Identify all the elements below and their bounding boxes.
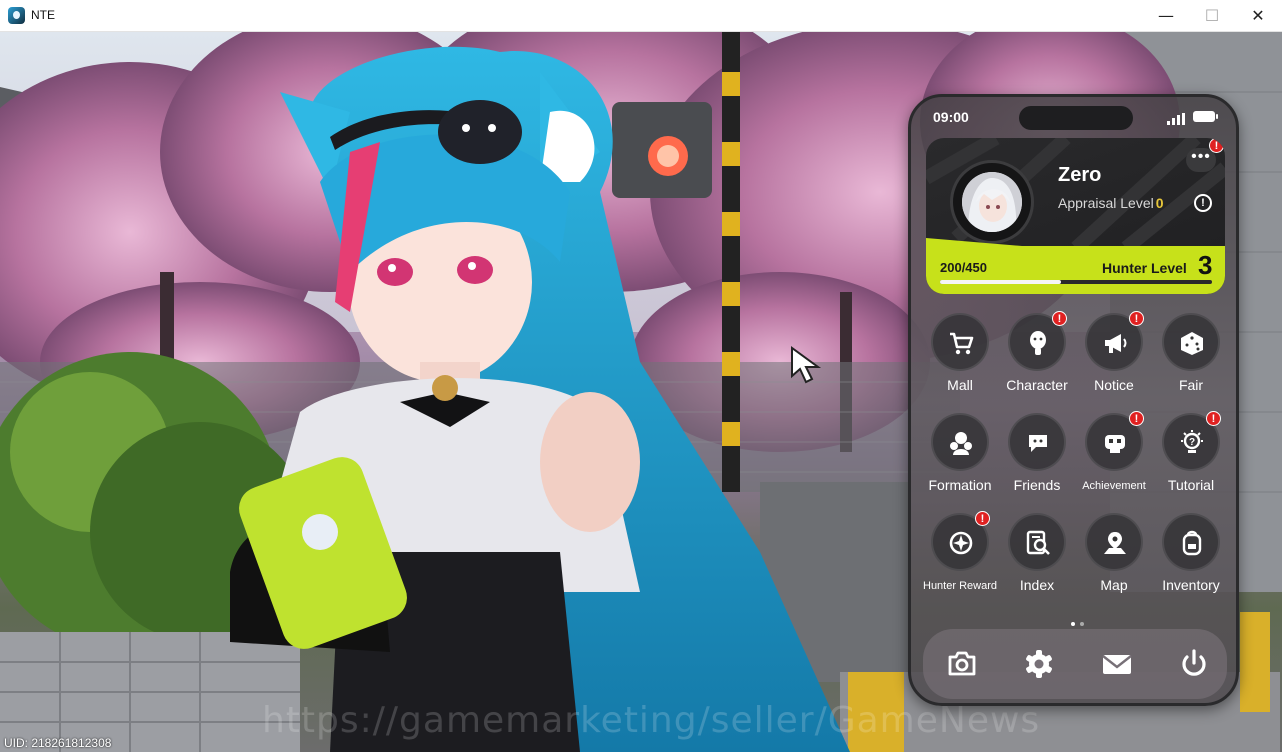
app-inventory-button — [1162, 513, 1220, 571]
more-notification-badge: ! — [1209, 138, 1224, 153]
app-character[interactable]: ! Character — [998, 311, 1076, 403]
window-titlebar: NTE — ☐ ✕ — [0, 0, 1282, 32]
avatar — [962, 172, 1022, 232]
page-dot-active[interactable] — [1071, 622, 1075, 626]
app-map-button — [1085, 513, 1143, 571]
notification-badge: ! — [1206, 411, 1221, 426]
window-title: NTE — [31, 8, 55, 22]
app-hunter-reward[interactable]: ! Hunter Reward — [921, 511, 999, 603]
app-label: Mall — [947, 377, 973, 393]
app-label: Friends — [1013, 477, 1061, 493]
lightbulb-icon: ? — [1181, 430, 1203, 453]
app-index-button — [1008, 513, 1066, 571]
app-formation[interactable]: Formation — [921, 413, 999, 503]
player-name: Zero — [1058, 164, 1102, 186]
character-icon — [1030, 331, 1046, 355]
minimize-button[interactable]: — — [1143, 0, 1189, 31]
backpack-icon — [1182, 530, 1202, 556]
mouse-cursor-icon — [791, 346, 822, 384]
profile-card[interactable]: ••• ! Zero Appraisal Level 0 ! 200/450 Hu… — [926, 138, 1225, 294]
appraisal-label: Appraisal Level — [1058, 195, 1154, 211]
app-label: Fair — [1178, 377, 1204, 393]
app-logo-icon — [8, 7, 25, 24]
megaphone-icon — [1105, 334, 1127, 353]
maximize-button[interactable]: ☐ — [1189, 0, 1235, 31]
notification-badge: ! — [1129, 311, 1144, 326]
app-friends-button — [1008, 413, 1066, 471]
signal-icon — [1167, 113, 1185, 125]
app-friends[interactable]: Friends — [998, 413, 1076, 503]
hunter-level-bar: 200/450 Hunter Level 3 — [926, 246, 1225, 294]
phone-menu: 09:00 ••• ! Zero Appraisal Level 0 ! 200… — [908, 94, 1239, 706]
friends-icon — [1029, 435, 1047, 452]
app-inventory[interactable]: Inventory — [1152, 513, 1230, 603]
map-pin-icon — [1104, 532, 1126, 554]
power-icon — [1182, 649, 1206, 676]
mail-icon — [1102, 655, 1132, 674]
app-map[interactable]: Map — [1075, 513, 1153, 603]
exp-counter: 200/450 — [940, 260, 987, 275]
notification-badge: ! — [1129, 411, 1144, 426]
cart-icon — [950, 332, 974, 355]
svg-text:?: ? — [1189, 437, 1195, 448]
app-notice[interactable]: ! Notice — [1075, 311, 1153, 403]
watermark-text: https://gamemarketing/seller/GameNews — [262, 700, 1041, 741]
app-achievement[interactable]: ! Achievement — [1075, 411, 1153, 503]
settings-button[interactable] — [1021, 646, 1057, 682]
phone-dock — [923, 629, 1227, 699]
formation-icon — [950, 432, 972, 455]
app-tutorial[interactable]: ? ! Tutorial — [1152, 411, 1230, 503]
app-label: Notice — [1094, 377, 1134, 393]
index-search-icon — [1026, 530, 1050, 555]
phone-notch — [1019, 106, 1133, 130]
uid-label: UID: 218261812308 — [4, 736, 112, 750]
app-label: Achievement — [1082, 480, 1146, 492]
exp-progress-fill — [940, 280, 1061, 284]
app-label: Tutorial — [1167, 477, 1215, 493]
info-icon[interactable]: ! — [1194, 194, 1212, 212]
app-label: Character — [1006, 377, 1068, 393]
app-label: Index — [1019, 577, 1055, 593]
gear-icon — [1026, 650, 1052, 678]
dice-icon — [1181, 332, 1203, 355]
camera-icon — [948, 651, 976, 676]
avatar-portrait-icon — [962, 172, 1022, 232]
app-label: Hunter Reward — [923, 580, 997, 592]
app-index[interactable]: Index — [998, 513, 1076, 603]
hunter-level-label: Hunter Level — [1102, 260, 1187, 276]
camera-button[interactable] — [944, 646, 980, 682]
app-label: Formation — [928, 477, 992, 493]
hunter-reward-icon — [949, 531, 973, 555]
app-label: Map — [1100, 577, 1128, 593]
notification-badge: ! — [1052, 311, 1067, 326]
appraisal-level: Appraisal Level 0 — [1058, 195, 1164, 211]
mail-button[interactable] — [1099, 646, 1135, 682]
app-fair[interactable]: Fair — [1152, 313, 1230, 403]
notification-badge: ! — [975, 511, 990, 526]
close-button[interactable]: ✕ — [1235, 0, 1281, 31]
app-formation-button — [931, 413, 989, 471]
exp-progress-track — [940, 280, 1212, 284]
page-dot[interactable] — [1080, 622, 1084, 626]
app-mall[interactable]: Mall — [921, 313, 999, 403]
power-button[interactable] — [1176, 646, 1212, 682]
appraisal-level-value: 0 — [1155, 195, 1164, 211]
app-label: Inventory — [1162, 577, 1220, 593]
battery-icon — [1193, 111, 1218, 122]
avatar-frame[interactable] — [950, 160, 1034, 244]
achievement-icon — [1105, 435, 1125, 453]
phone-clock: 09:00 — [933, 109, 969, 125]
hunter-level-value: 3 — [1198, 250, 1213, 280]
app-mall-button — [931, 313, 989, 371]
app-fair-button — [1162, 313, 1220, 371]
